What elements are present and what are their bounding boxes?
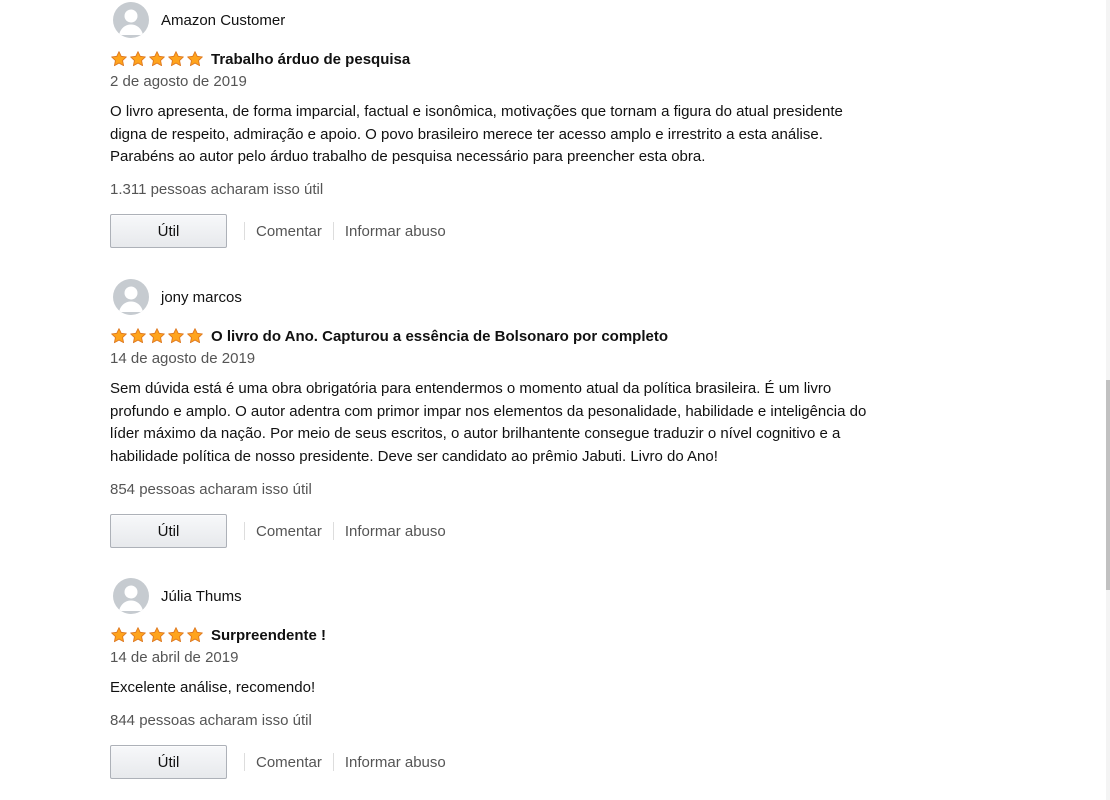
review-title[interactable]: O livro do Ano. Capturou a essência de B… (211, 328, 668, 345)
review-body-line: habilidade política de nosso presidente.… (110, 447, 718, 465)
review-body-line: Parabéns ao autor pelo árduo trabalho de… (110, 148, 706, 165)
star-icon (111, 328, 127, 344)
helpful-count: 854 pessoas acharam isso útil (110, 481, 312, 498)
star-rating[interactable] (110, 50, 206, 68)
review-actions: Útil Comentar Informar abuso (110, 744, 457, 780)
report-abuse-link[interactable]: Informar abuso (334, 223, 457, 240)
scrollbar-thumb[interactable] (1106, 380, 1110, 590)
star-icon (130, 627, 146, 643)
review-title-row: O livro do Ano. Capturou a essência de B… (110, 326, 668, 346)
star-icon (168, 627, 184, 643)
review-body-line: O livro apresenta, de forma imparcial, f… (110, 103, 843, 120)
review-date: 2 de agosto de 2019 (110, 73, 247, 90)
comment-link[interactable]: Comentar (245, 754, 333, 771)
default-user-avatar-icon (113, 279, 149, 315)
review-body-line: digna de respeito, admiração e apoio. O … (110, 125, 823, 143)
star-rating[interactable] (110, 327, 206, 345)
review-title-row: Surpreendente ! (110, 625, 326, 645)
comment-link[interactable]: Comentar (245, 523, 333, 540)
review-body-line: Sem dúvida está é uma obra obrigatória p… (110, 380, 832, 397)
star-icon (130, 51, 146, 67)
reviewer-profile[interactable]: Júlia Thums (113, 578, 242, 614)
star-icon (130, 328, 146, 344)
report-abuse-link[interactable]: Informar abuso (334, 523, 457, 540)
star-icon (149, 328, 165, 344)
reviewer-name[interactable]: Júlia Thums (161, 588, 242, 605)
review-actions: Útil Comentar Informar abuso (110, 513, 457, 549)
star-icon (168, 328, 184, 344)
review-body: Sem dúvida está é uma obra obrigatória p… (110, 378, 920, 468)
review-date: 14 de agosto de 2019 (110, 350, 256, 367)
default-user-avatar-icon (113, 2, 149, 38)
helpful-count: 844 pessoas acharam isso útil (110, 712, 312, 729)
review-title-row: Trabalho árduo de pesquisa (110, 49, 410, 69)
review-body: O livro apresenta, de forma imparcial, f… (110, 101, 920, 169)
reviewer-name[interactable]: jony marcos (161, 289, 242, 306)
star-icon (187, 627, 203, 643)
review-body-line: profundo e amplo. O autor adentra com pr… (110, 402, 867, 420)
review-actions: Útil Comentar Informar abuso (110, 213, 457, 249)
star-rating[interactable] (110, 626, 206, 644)
review-title[interactable]: Trabalho árduo de pesquisa (211, 51, 410, 68)
star-icon (168, 51, 184, 67)
helpful-button[interactable]: Útil (110, 745, 227, 779)
comment-link[interactable]: Comentar (245, 223, 333, 240)
review-date: 14 de abril de 2019 (110, 649, 239, 666)
reviewer-profile[interactable]: jony marcos (113, 279, 242, 315)
helpful-count: 1.311 pessoas acharam isso útil (110, 181, 324, 198)
star-icon (111, 627, 127, 643)
reviewer-profile[interactable]: Amazon Customer (113, 2, 285, 38)
star-icon (111, 51, 127, 67)
report-abuse-link[interactable]: Informar abuso (334, 754, 457, 771)
review-body: Excelente análise, recomendo! (110, 677, 920, 700)
star-icon (149, 51, 165, 67)
review-body-line: líder máximo da nação. Por meio de seus … (110, 425, 841, 442)
star-icon (187, 328, 203, 344)
default-user-avatar-icon (113, 578, 149, 614)
star-icon (187, 51, 203, 67)
helpful-button[interactable]: Útil (110, 214, 227, 248)
reviews-page: Amazon Customer Trabalho árduo de pesqui… (0, 0, 1110, 800)
scrollbar-track[interactable] (1106, 0, 1110, 800)
star-icon (149, 627, 165, 643)
reviewer-name[interactable]: Amazon Customer (161, 12, 285, 29)
review-body-line: Excelente análise, recomendo! (110, 679, 316, 696)
helpful-button[interactable]: Útil (110, 514, 227, 548)
review-title[interactable]: Surpreendente ! (211, 627, 326, 644)
